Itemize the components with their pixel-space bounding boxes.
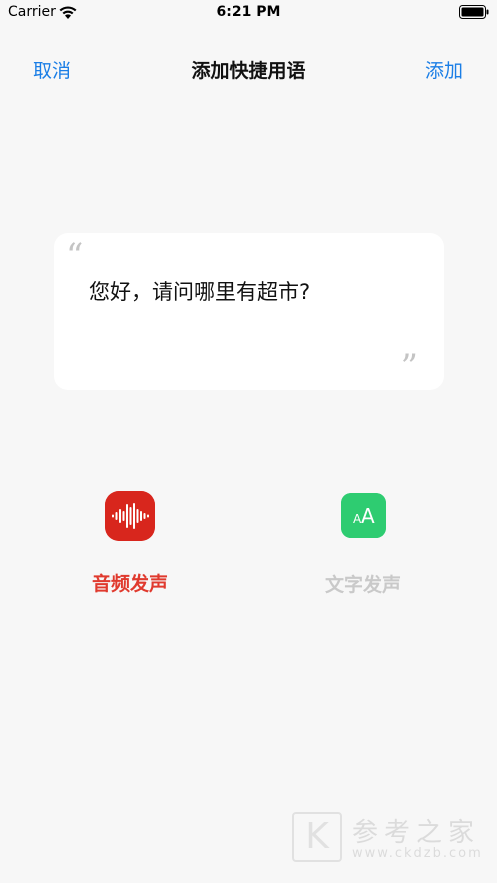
watermark: K 参考之家 www.ckdzb.com: [292, 810, 492, 870]
watermark-logo: K: [292, 812, 342, 862]
audio-voice-label: 音频发声: [91, 573, 168, 595]
audio-voice-option[interactable]: 音频发声: [50, 490, 210, 610]
add-button[interactable]: 添加: [425, 56, 463, 83]
svg-text:A: A: [361, 504, 375, 528]
text-voice-label: 文字发声: [324, 574, 401, 596]
text-size-icon: A A: [340, 493, 386, 538]
clock: 6:21 PM: [216, 4, 281, 20]
watermark-url: www.ckdzb.com: [352, 846, 483, 861]
text-voice-option[interactable]: A A 文字发声: [283, 490, 443, 610]
watermark-text: 参考之家: [352, 818, 481, 848]
waveform-icon: [105, 491, 155, 541]
status-bar: Carrier 6:21 PM: [0, 0, 497, 26]
phrase-text[interactable]: 您好，请问哪里有超市?: [89, 276, 310, 306]
page-title: 添加快捷用语: [191, 60, 306, 82]
phrase-card[interactable]: “ 您好，请问哪里有超市? ”: [54, 233, 444, 390]
close-quote-icon: ”: [400, 347, 418, 387]
nav-bar: 取消 添加快捷用语 添加: [0, 44, 497, 94]
open-quote-icon: “: [66, 236, 84, 276]
screen: Carrier 6:21 PM 取消 添加快捷用语 添加 “ 您好，请问哪里有超…: [0, 0, 497, 883]
battery-icon: [459, 5, 489, 19]
